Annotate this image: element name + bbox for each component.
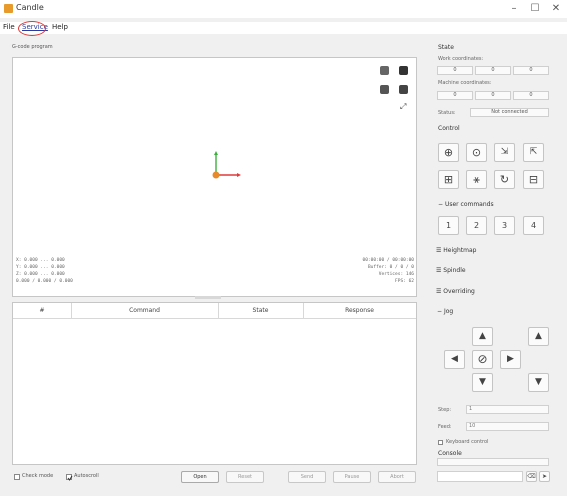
jog-label: Jog [443, 308, 454, 315]
menu-bar [0, 22, 567, 34]
jog-y-plus-button[interactable]: ▲ [472, 327, 493, 346]
viewport-info-fps: FPS: 62 [395, 279, 414, 284]
jog-y-minus-button[interactable]: ▼ [472, 373, 493, 392]
highlight-annotation [18, 21, 46, 36]
viewport-info-y: Y: 0.000 ... 0.000 [16, 265, 65, 270]
unlock-icon[interactable]: ⊟ [523, 170, 544, 189]
clear-console-icon[interactable]: ⌫ [526, 471, 537, 482]
section-spindle-label: Spindle [443, 267, 466, 274]
zero-z-icon[interactable]: ⇱ [523, 143, 544, 162]
column-header-command[interactable]: Command [71, 307, 218, 314]
state-section-title: State [438, 44, 454, 51]
column-divider [303, 303, 304, 319]
view-front-icon[interactable] [399, 66, 408, 75]
view-top-icon[interactable] [380, 66, 389, 75]
work-y-value: 0 [475, 66, 511, 75]
close-button[interactable]: ✕ [549, 2, 563, 16]
zoom-probe-icon[interactable]: ⊙ [466, 143, 487, 162]
user-commands-section-title: − User commands [438, 201, 494, 208]
jog-x-minus-button[interactable]: ◀ [444, 350, 465, 369]
control-section-title: Control [438, 125, 460, 132]
collapse-icon[interactable]: − [437, 308, 444, 315]
autoscroll-checkbox[interactable] [66, 474, 73, 481]
command-table[interactable] [12, 302, 417, 465]
menu-help[interactable]: Help [52, 23, 68, 31]
viewport-info-vertices: Vertices: 146 [378, 272, 414, 277]
status-label: Status: [438, 110, 456, 116]
pause-button[interactable]: Pause [333, 471, 371, 483]
window-title: Candle [16, 3, 44, 12]
jog-section-title: − Jog [437, 308, 453, 315]
origin-axes-icon [212, 151, 241, 179]
check-mode-label: Check mode [22, 473, 54, 479]
console-input[interactable] [437, 471, 523, 482]
view-iso-icon[interactable] [399, 85, 408, 94]
section-heightmap-label: Heightmap [443, 247, 477, 254]
send-console-icon[interactable]: ➤ [539, 471, 550, 482]
abort-button[interactable]: Abort [378, 471, 416, 483]
section-heightmap[interactable]: ☰ Heightmap [436, 247, 476, 254]
jog-stop-icon[interactable]: ⊘ [472, 350, 493, 369]
user-command-1-button[interactable]: 1 [438, 216, 459, 235]
keyboard-control-checkbox[interactable] [438, 440, 443, 445]
zoom-in-icon[interactable]: ⊕ [438, 143, 459, 162]
user-commands-label: User commands [444, 201, 494, 208]
work-x-value: 0 [437, 66, 473, 75]
send-button[interactable]: Send [288, 471, 326, 483]
section-overriding-label: Overriding [443, 288, 475, 295]
console-section-title: Console [438, 450, 462, 457]
reset-button[interactable]: Reset [226, 471, 264, 483]
user-command-2-button[interactable]: 2 [466, 216, 487, 235]
machine-x-value: 0 [437, 91, 473, 100]
jog-feed-label: Feed: [438, 424, 452, 430]
autoscroll-label: Autoscroll [74, 473, 99, 479]
section-spindle[interactable]: ☰ Spindle [436, 267, 466, 274]
minimize-button[interactable]: – [507, 2, 521, 16]
machine-z-value: 0 [513, 91, 549, 100]
viewport-info-z: Z: 0.000 ... 0.000 [16, 272, 65, 277]
gcode-program-label: G-code program [12, 44, 53, 50]
jog-x-plus-button[interactable]: ▶ [500, 350, 521, 369]
viewport-info-size: 0.000 / 0.000 / 0.000 [16, 279, 73, 284]
open-button[interactable]: Open [181, 471, 219, 483]
view-left-icon[interactable] [380, 85, 389, 94]
title-bar [0, 0, 567, 18]
machine-coordinates-label: Machine coordinates: [438, 80, 492, 86]
zero-xy-icon[interactable]: ⇲ [494, 143, 515, 162]
console-output [437, 458, 549, 466]
viewport-info-buffer: Buffer: 0 / 0 / 0 [367, 265, 414, 270]
jog-step-label: Step: [438, 407, 452, 413]
home-grid-icon[interactable]: ⊞ [438, 170, 459, 189]
column-header-number[interactable]: # [13, 307, 71, 314]
app-logo-icon [4, 4, 13, 13]
user-command-4-button[interactable]: 4 [523, 216, 544, 235]
work-z-value: 0 [513, 66, 549, 75]
column-header-response[interactable]: Response [303, 307, 416, 314]
fit-view-icon[interactable]: ⤢ [400, 102, 406, 112]
column-header-state[interactable]: State [218, 307, 303, 314]
section-overriding[interactable]: ☰ Overriding [436, 288, 475, 295]
machine-y-value: 0 [475, 91, 511, 100]
work-coordinates-label: Work coordinates: [438, 56, 484, 62]
status-value: Not connected [470, 108, 549, 117]
splitter-handle[interactable] [195, 296, 221, 299]
viewport-info-x: X: 0.000 ... 0.000 [16, 258, 65, 263]
run-icon[interactable]: ⚹ [466, 170, 487, 189]
column-divider [71, 303, 72, 319]
check-mode-checkbox[interactable] [14, 474, 20, 480]
jog-step-input[interactable]: 1 [466, 405, 549, 414]
maximize-button[interactable]: ☐ [528, 2, 542, 16]
viewport-info-time: 00:00:00 / 00:00:00 [362, 258, 414, 263]
column-divider [218, 303, 219, 319]
keyboard-control-label: Keyboard control [446, 439, 489, 445]
collapse-icon[interactable]: − [438, 201, 445, 208]
jog-z-minus-button[interactable]: ▼ [528, 373, 549, 392]
reset-icon[interactable]: ↻ [494, 170, 515, 189]
menu-file[interactable]: File [3, 23, 15, 31]
jog-z-plus-button[interactable]: ▲ [528, 327, 549, 346]
table-header-divider [13, 318, 416, 319]
user-command-3-button[interactable]: 3 [494, 216, 515, 235]
jog-feed-input[interactable]: 10 [466, 422, 549, 431]
